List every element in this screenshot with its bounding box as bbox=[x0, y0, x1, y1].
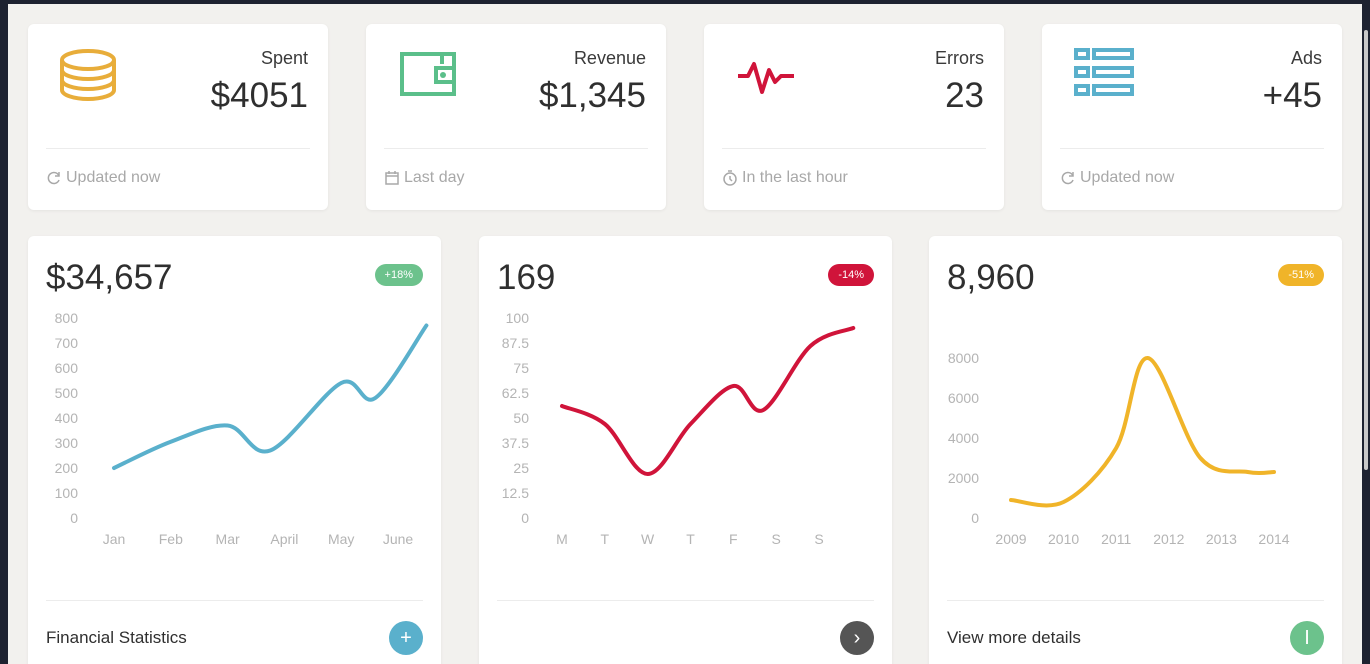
clock-icon bbox=[723, 170, 737, 186]
y-tick-label: 100 bbox=[55, 485, 79, 501]
info-icon[interactable]: I bbox=[1290, 621, 1324, 655]
chart-headline-value: $34,657 bbox=[46, 258, 173, 297]
stat-value: +45 bbox=[1262, 76, 1322, 115]
x-tick-label: W bbox=[641, 531, 655, 547]
stat-label: Spent bbox=[260, 48, 308, 68]
wallet-icon bbox=[400, 52, 456, 96]
x-tick-label: S bbox=[814, 531, 823, 547]
calendar-icon bbox=[385, 171, 399, 185]
change-badge: +18% bbox=[374, 264, 423, 286]
stat-value: $4051 bbox=[210, 76, 308, 115]
x-tick-label: May bbox=[328, 531, 354, 547]
divider bbox=[497, 600, 874, 601]
stat-footer: Last day bbox=[384, 169, 464, 187]
series-line bbox=[112, 323, 429, 470]
y-tick-label: 12.5 bbox=[502, 485, 529, 501]
stat-card-spent: Spent $4051 Updated now bbox=[28, 24, 328, 210]
divider bbox=[722, 148, 986, 149]
y-tick-label: 6000 bbox=[948, 390, 979, 406]
x-tick-label: T bbox=[686, 531, 695, 547]
chart-footer-label: View more details bbox=[947, 628, 1081, 647]
chart-headline-value: 8,960 bbox=[947, 258, 1035, 297]
stat-label: Errors bbox=[935, 48, 984, 68]
stat-footer: Updated now bbox=[46, 169, 160, 187]
x-tick-label: F bbox=[729, 531, 738, 547]
scrollbar[interactable] bbox=[1364, 30, 1368, 470]
stat-label: Revenue bbox=[573, 48, 646, 68]
stat-footer-text: In the last hour bbox=[742, 169, 848, 186]
stat-footer-text: Last day bbox=[404, 169, 465, 186]
y-tick-label: 0 bbox=[521, 510, 529, 526]
y-tick-label: 500 bbox=[55, 385, 79, 401]
divider bbox=[1060, 148, 1324, 149]
y-tick-label: 37.5 bbox=[502, 435, 529, 451]
stat-footer: In the last hour bbox=[722, 169, 848, 187]
stat-footer-text: Updated now bbox=[66, 169, 161, 186]
x-tick-label: M bbox=[556, 531, 568, 547]
database-icon bbox=[60, 49, 116, 102]
line-chart: 0 12.5 25 37.5 50 62.5 75 87.5 100 M T W T F S S bbox=[502, 310, 856, 547]
x-tick-label: Jan bbox=[103, 531, 126, 547]
x-tick-label: Mar bbox=[216, 531, 240, 547]
chart-footer-label: Financial Statistics bbox=[46, 628, 187, 647]
stat-card-revenue: Revenue $1,345 Last day bbox=[366, 24, 666, 210]
y-tick-label: 25 bbox=[513, 460, 529, 476]
divider bbox=[384, 148, 648, 149]
divider bbox=[46, 148, 310, 149]
y-tick-label: 8000 bbox=[948, 350, 979, 366]
stat-value: 23 bbox=[945, 76, 984, 115]
chart-headline-value: 169 bbox=[497, 258, 556, 297]
y-tick-label: 700 bbox=[55, 335, 79, 351]
chart-card-yearly: 8,960 -51% 0 2000 4000 6000 8000 2009 2010 2011… bbox=[929, 236, 1342, 664]
series-line bbox=[560, 326, 856, 477]
y-tick-label: 87.5 bbox=[502, 335, 529, 351]
x-tick-label: T bbox=[601, 531, 610, 547]
change-badge: -14% bbox=[828, 264, 874, 286]
stat-value: $1,345 bbox=[538, 76, 646, 115]
y-tick-label: 62.5 bbox=[502, 385, 529, 401]
refresh-icon bbox=[47, 171, 60, 185]
divider bbox=[947, 600, 1324, 601]
divider bbox=[46, 600, 423, 601]
refresh-icon bbox=[1061, 171, 1074, 185]
list-icon bbox=[1074, 48, 1134, 96]
y-tick-label: 0 bbox=[971, 510, 979, 526]
y-tick-label: 800 bbox=[55, 310, 79, 326]
y-tick-label: 4000 bbox=[948, 430, 979, 446]
line-chart: 0 2000 4000 6000 8000 2009 2010 2011 2012 2013 201… bbox=[948, 350, 1290, 547]
plus-icon[interactable]: + bbox=[389, 621, 423, 655]
x-tick-label: 2009 bbox=[995, 531, 1026, 547]
chart-card-weekly: 169 -14% 0 12.5 25 37.5 50 62.5 75 87.5 100 M T W T F… bbox=[479, 236, 892, 664]
x-tick-label: Feb bbox=[159, 531, 183, 547]
x-tick-label: 2012 bbox=[1153, 531, 1184, 547]
y-tick-label: 2000 bbox=[948, 470, 979, 486]
series-line bbox=[1009, 356, 1276, 508]
y-tick-label: 75 bbox=[513, 360, 529, 376]
stat-card-errors: Errors 23 In the last hour bbox=[704, 24, 1004, 210]
x-tick-label: S bbox=[771, 531, 780, 547]
y-tick-label: 50 bbox=[513, 410, 529, 426]
stat-card-ads: Ads +45 Updated now bbox=[1042, 24, 1342, 210]
x-tick-label: June bbox=[383, 531, 414, 547]
stat-footer-text: Updated now bbox=[1080, 169, 1175, 186]
y-tick-label: 400 bbox=[55, 410, 79, 426]
chart-card-financial: $34,657 +18% 0 100 200 300 400 500 600 700 800 Ja… bbox=[28, 236, 441, 664]
arrow-right-icon[interactable]: › bbox=[840, 621, 874, 655]
y-tick-label: 300 bbox=[55, 435, 79, 451]
y-tick-label: 200 bbox=[55, 460, 79, 476]
dashboard: Spent $4051 Updated now Revenue $1,345 L… bbox=[8, 4, 1362, 664]
x-tick-label: 2010 bbox=[1048, 531, 1079, 547]
y-tick-label: 600 bbox=[55, 360, 79, 376]
stat-label: Ads bbox=[1290, 48, 1322, 68]
pulse-icon bbox=[738, 62, 794, 94]
line-chart: 0 100 200 300 400 500 600 700 800 Jan Feb Mar April M… bbox=[55, 310, 429, 547]
x-tick-label: 2011 bbox=[1101, 531, 1131, 547]
y-tick-label: 100 bbox=[506, 310, 530, 326]
x-tick-label: 2013 bbox=[1206, 531, 1237, 547]
x-tick-label: April bbox=[270, 531, 298, 547]
x-tick-label: 2014 bbox=[1258, 531, 1289, 547]
change-badge: -51% bbox=[1278, 264, 1324, 286]
stat-footer: Updated now bbox=[1060, 169, 1174, 187]
y-tick-label: 0 bbox=[70, 510, 78, 526]
